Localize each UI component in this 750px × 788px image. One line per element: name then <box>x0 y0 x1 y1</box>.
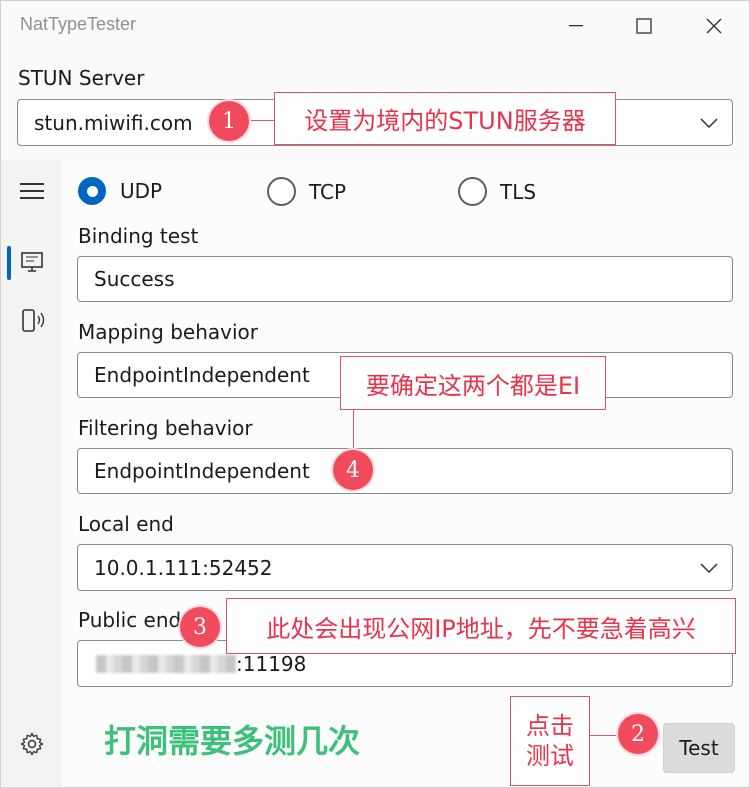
nav-selected-indicator <box>7 246 11 280</box>
annotation-3-badge: 3 <box>180 607 220 647</box>
window-title: NatTypeTester <box>20 14 137 34</box>
monitor-icon[interactable] <box>20 250 44 280</box>
punch-retry-note: 打洞需要多测几次 <box>104 722 361 760</box>
radio-tcp-label: TCP <box>309 179 347 204</box>
annotation-2-connector <box>590 735 618 736</box>
annotation-4-connector <box>353 410 354 454</box>
binding-test-label: Binding test <box>78 224 199 248</box>
local-end-value: 10.0.1.111:52452 <box>94 555 273 580</box>
maximize-button[interactable] <box>628 12 660 40</box>
close-icon <box>706 18 722 34</box>
binding-test-value: Success <box>94 267 175 291</box>
annotation-2-line2: 测试 <box>526 742 574 770</box>
radio-tls[interactable]: TLS <box>458 177 536 206</box>
radio-udp[interactable]: UDP <box>78 177 162 205</box>
maximize-icon <box>636 18 652 34</box>
annotation-2-line1: 点击 <box>526 712 574 740</box>
radio-tcp[interactable]: TCP <box>267 177 346 206</box>
radio-tls-indicator <box>458 177 487 206</box>
device-signal-icon[interactable] <box>22 308 46 338</box>
mapping-behavior-label: Mapping behavior <box>78 320 258 344</box>
stun-server-label: STUN Server <box>18 66 145 90</box>
annotation-2-box: 点击 测试 <box>510 696 590 786</box>
radio-udp-label: UDP <box>120 179 163 203</box>
annotation-1-connector <box>248 120 274 121</box>
annotation-1-badge: 1 <box>209 101 249 141</box>
local-end-combobox[interactable]: 10.0.1.111:52452 <box>77 544 733 591</box>
minimize-icon <box>569 25 583 27</box>
annotation-4-box: 要确定这两个都是EI <box>340 356 606 410</box>
minimize-button[interactable] <box>560 12 592 40</box>
annotation-3-box: 此处会出现公网IP地址，先不要急着高兴 <box>226 598 736 654</box>
title-bar: NatTypeTester <box>0 0 750 52</box>
stun-server-value: stun.miwifi.com <box>34 110 193 135</box>
binding-test-field[interactable]: Success <box>77 256 733 302</box>
filtering-behavior-field[interactable]: EndpointIndependent <box>77 448 733 494</box>
mapping-behavior-value: EndpointIndependent <box>94 363 310 387</box>
radio-tls-label: TLS <box>500 179 537 204</box>
filtering-behavior-label: Filtering behavior <box>78 416 253 440</box>
annotation-1-box: 设置为境内的STUN服务器 <box>274 92 616 145</box>
annotation-2-badge: 2 <box>618 714 658 754</box>
chevron-down-icon <box>700 117 718 128</box>
test-button[interactable]: Test <box>663 723 735 773</box>
public-end-label: Public end <box>78 608 182 632</box>
gear-icon[interactable] <box>20 732 44 760</box>
chevron-down-icon <box>700 562 718 573</box>
radio-tcp-indicator <box>267 177 296 206</box>
close-button[interactable] <box>698 12 730 40</box>
hamburger-icon[interactable] <box>20 182 44 204</box>
filtering-behavior-value: EndpointIndependent <box>94 459 310 483</box>
annotation-4-badge: 4 <box>333 450 373 490</box>
local-end-label: Local end <box>78 512 174 536</box>
public-end-port: :11198 <box>236 651 307 676</box>
blurred-ip-address <box>96 654 236 673</box>
radio-udp-indicator <box>78 177 106 205</box>
